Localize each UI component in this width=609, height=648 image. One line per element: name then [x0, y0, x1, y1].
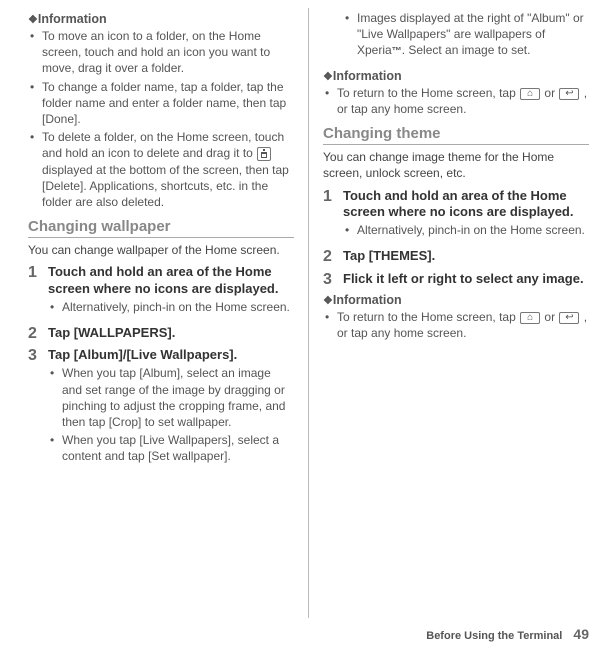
home-icon: ⌂	[520, 312, 540, 324]
step-body: Flick it left or right to select any ima…	[343, 271, 589, 289]
diamond-icon: ❖	[323, 71, 331, 83]
step-number: 2	[323, 248, 343, 266]
continued-step: Images displayed at the right of "Album"…	[323, 8, 589, 65]
step-bullets: Alternatively, pinch-in on the Home scre…	[48, 299, 294, 315]
info-list: To move an icon to a folder, on the Home…	[28, 28, 294, 210]
step-title: Tap [Album]/[Live Wallpapers].	[48, 347, 294, 363]
info-heading: ❖Information	[28, 12, 294, 26]
home-icon: ⌂	[520, 88, 540, 100]
step-bullet-text: Alternatively, pinch-in on the Home scre…	[357, 223, 585, 237]
step-number-spacer	[323, 8, 343, 65]
info-heading-text: Information	[38, 12, 107, 26]
step-bullet-text: When you tap [Live Wallpapers], select a…	[62, 433, 279, 463]
step: 2 Tap [WALLPAPERS].	[28, 325, 294, 343]
step-number: 3	[323, 271, 343, 289]
step-bullet-text: Alternatively, pinch-in on the Home scre…	[62, 300, 290, 314]
back-icon: ↩	[559, 312, 579, 324]
step-bullets: Images displayed at the right of "Album"…	[343, 10, 589, 59]
info-item-text: or	[541, 310, 558, 324]
right-column: Images displayed at the right of "Album"…	[311, 8, 589, 618]
step-body: Touch and hold an area of the Home scree…	[48, 264, 294, 321]
divider-line	[323, 144, 589, 145]
back-icon: ↩	[559, 88, 579, 100]
step: 2 Tap [THEMES].	[323, 248, 589, 266]
step-bullet-text: When you tap [Album], select an image an…	[62, 366, 285, 429]
step-body: Tap [THEMES].	[343, 248, 589, 266]
info-list: To return to the Home screen, tap ⌂ or ↩…	[323, 309, 589, 341]
trash-icon	[257, 147, 271, 161]
section-intro: You can change wallpaper of the Home scr…	[28, 242, 294, 258]
step-bullets: Alternatively, pinch-in on the Home scre…	[343, 222, 589, 238]
step-body: Images displayed at the right of "Album"…	[343, 8, 589, 65]
step-bullets: When you tap [Album], select an image an…	[48, 365, 294, 464]
footer-page-number: 49	[573, 626, 589, 642]
step: 3 Tap [Album]/[Live Wallpapers]. When yo…	[28, 347, 294, 470]
step: 1 Touch and hold an area of the Home scr…	[323, 188, 589, 245]
step-body: Tap [Album]/[Live Wallpapers]. When you …	[48, 347, 294, 470]
info-heading-text: Information	[333, 69, 402, 83]
info-item-text: or	[541, 86, 558, 100]
section-heading: Changing theme	[323, 125, 589, 142]
info-item-text: To change a folder name, tap a folder, t…	[42, 80, 286, 126]
info-item: To delete a folder, on the Home screen, …	[42, 129, 294, 210]
step-title: Flick it left or right to select any ima…	[343, 271, 589, 287]
info-item-text: To return to the Home screen, tap	[337, 310, 519, 324]
info-heading: ❖Information	[323, 69, 589, 83]
step-number: 3	[28, 347, 48, 470]
step-bullet: When you tap [Live Wallpapers], select a…	[62, 432, 294, 464]
info-item: To change a folder name, tap a folder, t…	[42, 79, 294, 128]
footer-section-label: Before Using the Terminal	[426, 630, 562, 642]
step-bullet: Alternatively, pinch-in on the Home scre…	[357, 222, 589, 238]
step-title: Touch and hold an area of the Home scree…	[343, 188, 589, 221]
step-number: 2	[28, 325, 48, 343]
step-body: Touch and hold an area of the Home scree…	[343, 188, 589, 245]
info-item: To move an icon to a folder, on the Home…	[42, 28, 294, 77]
info-item-text: displayed at the bottom of the screen, t…	[42, 163, 289, 209]
left-column: ❖Information To move an icon to a folder…	[28, 8, 306, 618]
step-number: 1	[323, 188, 343, 245]
divider-line	[28, 237, 294, 238]
info-heading-text: Information	[333, 293, 402, 307]
page-footer: Before Using the Terminal 49	[426, 626, 589, 642]
info-item: To return to the Home screen, tap ⌂ or ↩…	[337, 85, 589, 117]
step: 1 Touch and hold an area of the Home scr…	[28, 264, 294, 321]
trademark-symbol: ™	[392, 46, 402, 57]
info-item: To return to the Home screen, tap ⌂ or ↩…	[337, 309, 589, 341]
step-title: Tap [WALLPAPERS].	[48, 325, 294, 341]
info-list: To return to the Home screen, tap ⌂ or ↩…	[323, 85, 589, 117]
info-item-text: To delete a folder, on the Home screen, …	[42, 130, 284, 160]
step: 3 Flick it left or right to select any i…	[323, 271, 589, 289]
step-body: Tap [WALLPAPERS].	[48, 325, 294, 343]
section-intro: You can change image theme for the Home …	[323, 149, 589, 181]
step-bullet: When you tap [Album], select an image an…	[62, 365, 294, 430]
step-title: Tap [THEMES].	[343, 248, 589, 264]
step-bullet-text: . Select an image to set.	[402, 43, 531, 57]
section-heading: Changing wallpaper	[28, 218, 294, 235]
info-heading: ❖Information	[323, 293, 589, 307]
step-title: Touch and hold an area of the Home scree…	[48, 264, 294, 297]
column-divider	[308, 8, 309, 618]
info-item-text: To move an icon to a folder, on the Home…	[42, 29, 270, 75]
info-item-text: To return to the Home screen, tap	[337, 86, 519, 100]
diamond-icon: ❖	[323, 295, 331, 307]
step-number: 1	[28, 264, 48, 321]
diamond-icon: ❖	[28, 14, 36, 26]
step-bullet: Alternatively, pinch-in on the Home scre…	[62, 299, 294, 315]
step-bullet: Images displayed at the right of "Album"…	[357, 10, 589, 59]
